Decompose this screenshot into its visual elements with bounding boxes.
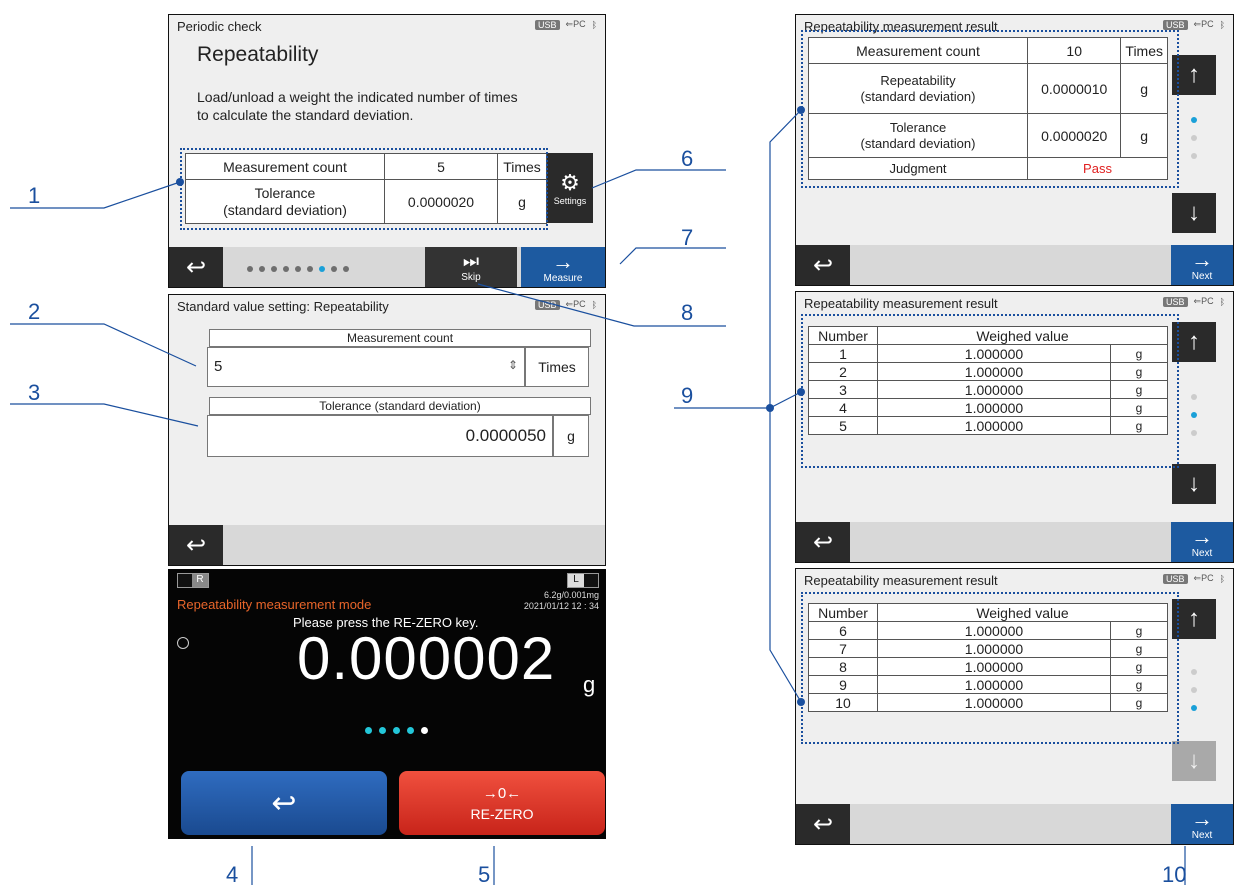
callout-4: 4 bbox=[226, 862, 239, 887]
callout-3: 3 bbox=[28, 380, 41, 405]
callout-8: 8 bbox=[681, 300, 694, 325]
callout-10: 10 bbox=[1162, 862, 1187, 887]
callout-1: 1 bbox=[28, 183, 41, 208]
callout-2: 2 bbox=[28, 299, 41, 324]
callout-lines bbox=[10, 106, 1186, 885]
callout-9: 9 bbox=[681, 383, 694, 408]
callout-7: 7 bbox=[681, 225, 694, 250]
callout-6: 6 bbox=[681, 146, 694, 171]
callout-5: 5 bbox=[478, 862, 491, 887]
